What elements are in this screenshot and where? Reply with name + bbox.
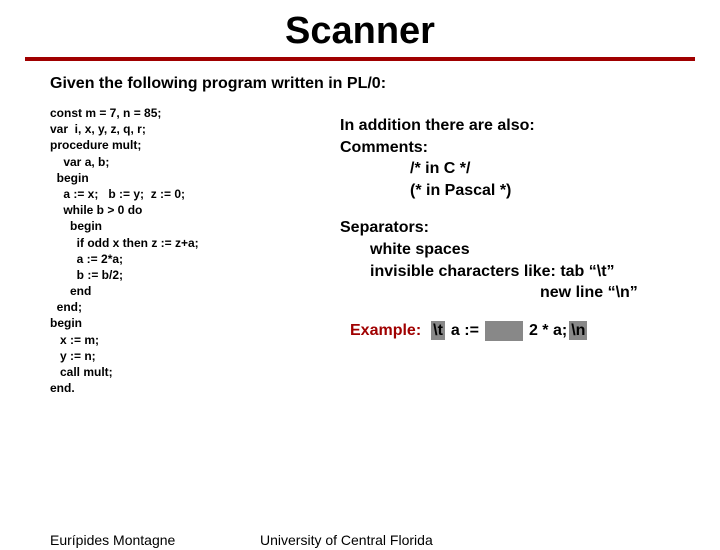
c-comment: /* in C */ [340, 158, 720, 180]
example-tab-token: \t [431, 320, 445, 342]
pascal-comment: (* in Pascal *) [340, 180, 720, 202]
comments-block: In addition there are also: Comments: /*… [340, 115, 720, 201]
example-a-assign: a := [451, 320, 479, 342]
newline-line: new line “\n” [340, 282, 720, 304]
code-column: const m = 7, n = 85; var i, x, y, z, q, … [50, 105, 340, 396]
also-line: In addition there are also: [340, 115, 720, 137]
footer-author: Eurípides Montagne [50, 532, 175, 548]
footer-org: University of Central Florida [260, 532, 433, 548]
example-line: Example: \t a := 2 * a; \n [350, 320, 720, 342]
separators-line: Separators: [340, 217, 720, 239]
whitespace-line: white spaces [340, 239, 720, 261]
pl0-code: const m = 7, n = 85; var i, x, y, z, q, … [50, 105, 340, 396]
invisible-line: invisible characters like: tab “\t” [340, 261, 720, 283]
title-underline [25, 57, 695, 61]
intro-text: Given the following program written in P… [50, 75, 720, 93]
notes-column: In addition there are also: Comments: /*… [340, 105, 720, 396]
content-columns: const m = 7, n = 85; var i, x, y, z, q, … [0, 105, 720, 396]
comments-line: Comments: [340, 137, 720, 159]
example-newline-token: \n [569, 320, 587, 342]
example-space-box [485, 321, 523, 341]
slide-title: Scanner [0, 10, 720, 53]
example-expr: 2 * a; [529, 320, 567, 342]
separators-block: Separators: white spaces invisible chara… [340, 217, 720, 303]
example-label: Example: [350, 320, 421, 342]
